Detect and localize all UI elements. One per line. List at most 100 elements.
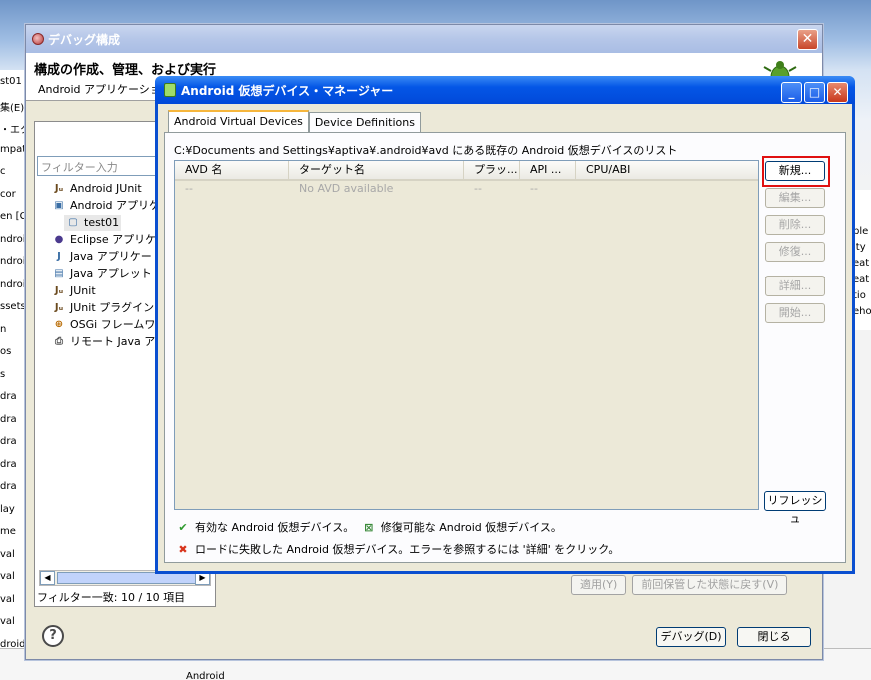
background-sub-label: Android: [186, 671, 225, 680]
avd-table[interactable]: AVD 名 ターゲット名 プラッ... API ... CPU/ABI -- N…: [174, 160, 759, 510]
tree-item[interactable]: Jᵤ JUnit プラグイン: [52, 300, 154, 316]
android-icon: [164, 83, 176, 97]
close-button[interactable]: 閉じる: [737, 627, 811, 647]
tab-android-virtual-devices[interactable]: Android Virtual Devices: [168, 110, 309, 132]
revert-button[interactable]: 前回保管した状態に戻す(V): [632, 575, 788, 595]
debug-dialog-titlebar[interactable]: デバッグ構成: [26, 25, 822, 53]
tree-item-label: Java アプレット: [70, 267, 152, 280]
background-text-fragment: ple: [853, 226, 869, 237]
error-x-icon: ✖: [178, 543, 188, 556]
column-cpu-abi[interactable]: CPU/ABI: [576, 161, 758, 179]
legend-failed-text: ロードに失敗した Android 仮想デバイス。エラーを参照するには '詳細' …: [195, 543, 620, 556]
tree-item-label: OSGi フレームワ: [70, 318, 156, 331]
background-text-fragment: val: [0, 593, 15, 605]
avd-manager-dialog: Android 仮想デバイス・マネージャー _ □ ✕ Android Virt…: [155, 76, 855, 574]
maximize-icon[interactable]: □: [804, 82, 825, 103]
tab-device-definitions[interactable]: Device Definitions: [308, 112, 421, 132]
tree-item-label: リモート Java ア: [70, 335, 156, 348]
legend-failed: ✖ ロードに失敗した Android 仮想デバイス。エラーを参照するには '詳細'…: [176, 541, 619, 557]
java-app-icon: J: [57, 251, 61, 262]
close-icon[interactable]: ✕: [827, 82, 848, 103]
tree-item[interactable]: Jᵤ Android JUnit: [52, 181, 142, 197]
tree-item[interactable]: ▤ Java アプレット: [52, 266, 152, 282]
background-text-fragment: lay: [0, 503, 15, 515]
debug-button[interactable]: デバッグ(D): [656, 627, 726, 647]
start-avd-button[interactable]: 開始...: [765, 303, 825, 323]
background-text-fragment: st01: [0, 76, 22, 87]
column-platform[interactable]: プラッ...: [464, 161, 520, 179]
table-row[interactable]: -- No AVD available -- --: [175, 182, 758, 198]
avd-manager-title: Android 仮想デバイス・マネージャー: [181, 83, 394, 98]
column-avd-name[interactable]: AVD 名: [175, 161, 289, 179]
tree-item[interactable]: ▣ Android アプリケ: [52, 198, 160, 214]
debug-dialog-subheading: Android アプリケーション: [38, 83, 172, 96]
background-text-fragment: dra: [0, 458, 17, 470]
background-text-fragment: ssets: [0, 301, 26, 312]
help-icon[interactable]: ?: [42, 625, 64, 647]
refresh-button[interactable]: リフレッシュ: [764, 491, 826, 525]
junit-icon: Jᵤ: [54, 183, 64, 194]
cell-api: --: [530, 182, 538, 195]
config-icon: ▢: [68, 217, 78, 228]
legend-valid-text: 有効な Android 仮想デバイス。: [195, 521, 355, 534]
new-avd-button[interactable]: 新規...: [765, 161, 825, 181]
avd-manager-titlebar[interactable]: Android 仮想デバイス・マネージャー: [155, 76, 855, 104]
tree-item[interactable]: J Java アプリケー: [52, 249, 152, 265]
repair-avd-button[interactable]: 修復...: [765, 242, 825, 262]
avd-table-header: AVD 名 ターゲット名 プラッ... API ... CPU/ABI: [175, 161, 758, 181]
close-icon[interactable]: ✕: [797, 29, 818, 50]
background-text-fragment: en [G: [0, 211, 28, 222]
tree-item[interactable]: ⎙ リモート Java ア: [52, 334, 155, 350]
background-text-fragment: dra: [0, 391, 17, 402]
background-text-fragment: val: [0, 616, 15, 627]
avd-path-label: C:¥Documents and Settings¥aptiva¥.androi…: [174, 144, 678, 157]
legend-repairable-text: 修復可能な Android 仮想デバイス。: [380, 521, 562, 534]
tree-item-label: Eclipse アプリケ: [70, 233, 157, 246]
apply-button[interactable]: 適用(Y): [571, 575, 627, 595]
delete-avd-button[interactable]: 削除...: [765, 215, 825, 235]
background-text-fragment: eho: [853, 306, 871, 317]
background-project-explorer: st01 集(E) ・エク mpat c cor en [G ndroi ndroi ndroi s…: [0, 70, 30, 680]
edit-avd-button[interactable]: 編集...: [765, 188, 825, 208]
eclipse-icon: ●: [54, 234, 64, 245]
column-target-name[interactable]: ターゲット名: [289, 161, 464, 179]
tree-item[interactable]: ▢ test01: [64, 215, 122, 231]
background-text-fragment: ndroi: [0, 256, 26, 267]
tree-item[interactable]: Jᵤ JUnit: [52, 283, 96, 299]
tree-item-label: JUnit プラグイン: [70, 301, 155, 314]
background-text-fragment: dra: [0, 413, 17, 425]
background-text-fragment: ndroi: [0, 278, 26, 290]
tree-item[interactable]: ⊕ OSGi フレームワ: [52, 317, 156, 333]
background-text-fragment: dra: [0, 481, 17, 492]
android-app-icon: ▣: [54, 200, 64, 211]
details-avd-button[interactable]: 詳細...: [765, 276, 825, 296]
junit-icon: Jᵤ: [54, 285, 64, 296]
remote-java-icon: ⎙: [55, 336, 63, 347]
cell-target-name: No AVD available: [299, 182, 394, 195]
tree-item-label: test01: [84, 216, 120, 229]
apply-revert-group: 適用(Y) 前回保管した状態に戻す(V): [571, 575, 788, 595]
debug-icon: [32, 33, 44, 45]
tree-item[interactable]: ● Eclipse アプリケ: [52, 232, 156, 248]
background-text-fragment: n: [0, 323, 7, 335]
debug-dialog-title: デバッグ構成: [48, 32, 121, 47]
applet-icon: ▤: [54, 268, 64, 279]
background-text-fragment: val: [0, 571, 15, 582]
junit-plugin-icon: Jᵤ: [54, 302, 64, 313]
background-text-fragment: 集(E): [0, 102, 25, 114]
background-text-fragment: cor: [0, 188, 16, 200]
filter-match-count: フィルター一致: 10 / 10 項目: [37, 591, 186, 604]
tree-item-label: Java アプリケー: [70, 250, 152, 263]
background-text-fragment: ndroi: [0, 233, 26, 245]
tree-item-label: JUnit: [70, 284, 96, 297]
tree-item-label: Android JUnit: [70, 182, 142, 195]
scroll-left-icon[interactable]: ◀: [40, 571, 55, 585]
background-text-fragment: os: [0, 346, 12, 357]
minimize-icon[interactable]: _: [781, 82, 802, 103]
background-text-fragment: eat: [853, 274, 870, 285]
background-text-fragment: me: [0, 526, 16, 537]
background-text-fragment: eat: [853, 258, 870, 269]
window-controls: _ □ ✕: [781, 82, 848, 103]
column-api[interactable]: API ...: [520, 161, 576, 179]
tree-item-label: Android アプリケ: [70, 199, 161, 212]
